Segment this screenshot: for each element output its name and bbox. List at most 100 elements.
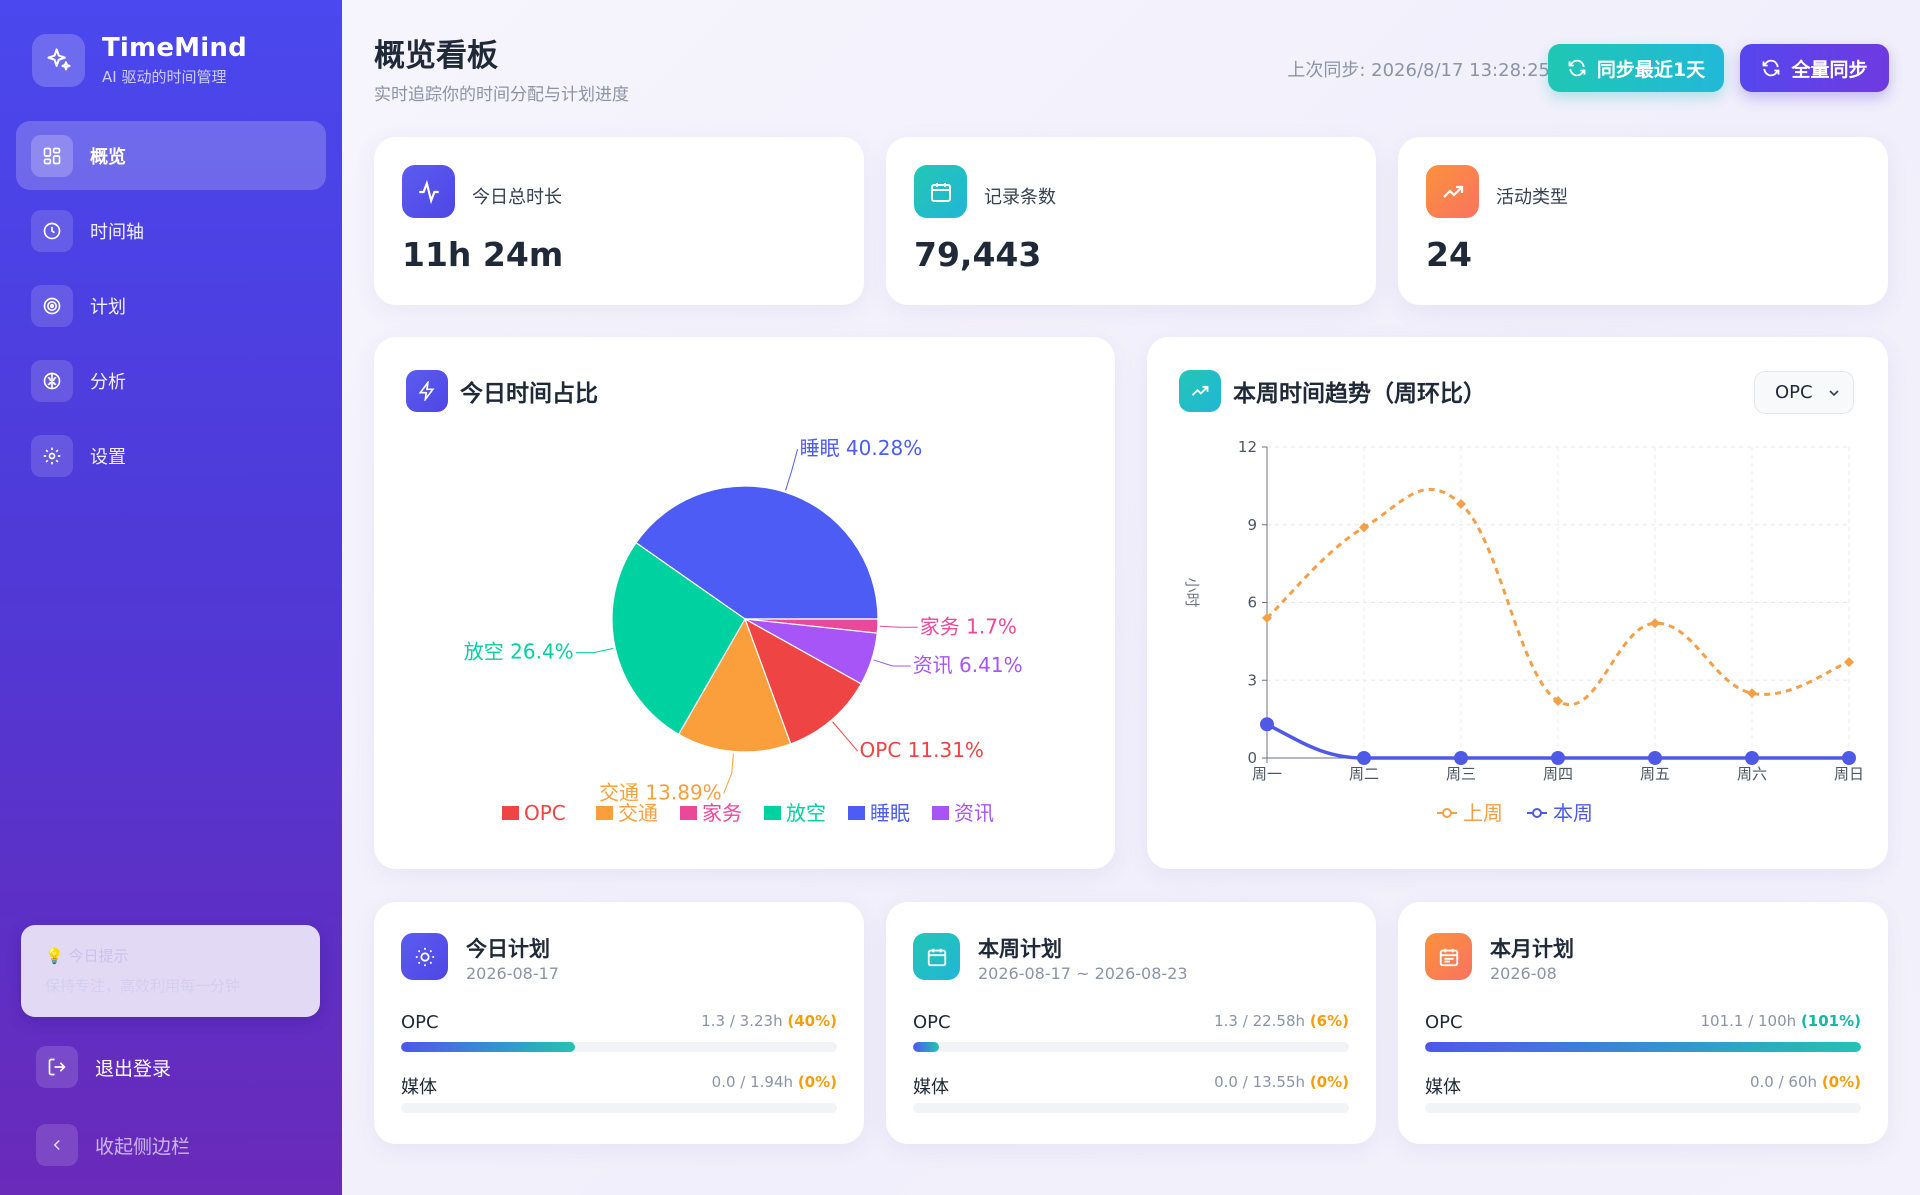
plan-title: 本月计划: [1490, 937, 1574, 961]
x-tick-label: 周日: [1834, 765, 1864, 783]
legend-label: 交通: [618, 801, 658, 825]
line-chart: 036912周一 周二 周三 周四 周五 周六 周日小时上周 本周: [1183, 438, 1864, 825]
legend-label: OPC: [524, 801, 566, 825]
stat-card-activity-types: 活动类型 24: [1398, 137, 1888, 305]
y-tick-label: 9: [1247, 516, 1257, 534]
progress-bar: [1425, 1103, 1861, 1113]
sidebar-item-settings[interactable]: 设置: [16, 421, 326, 490]
sidebar-nav: 概览 时间轴 计划 分析 设置: [16, 121, 326, 496]
plan-row-value: 1.3 / 3.23h (40%): [701, 1012, 837, 1030]
plan-row-name: 媒体: [913, 1077, 949, 1098]
plan-date: 2026-08: [1490, 964, 1557, 983]
y-tick-label: 3: [1247, 671, 1257, 689]
plan-date: 2026-08-17 ~ 2026-08-23: [978, 964, 1188, 983]
app-title: TimeMind: [102, 33, 247, 63]
clock-icon: [31, 209, 73, 252]
data-point: [1842, 751, 1856, 765]
sidebar-item-label: 计划: [90, 296, 126, 318]
legend-label: 放空: [786, 801, 826, 825]
pie-chart: 睡眠 40.28%家务 1.7%资讯 6.41%OPC 11.31%交通 13.…: [464, 436, 1023, 825]
stat-value: 79,443: [914, 235, 1042, 274]
progress-bar: [401, 1103, 837, 1113]
calendar-week-icon: [913, 933, 960, 980]
progress-bar: [401, 1042, 837, 1052]
stat-card-total-time: 今日总时长 11h 24m: [374, 137, 864, 305]
sidebar-item-overview[interactable]: 概览: [16, 121, 326, 190]
x-tick-label: 周一: [1252, 765, 1282, 783]
chevron-left-icon: [36, 1124, 78, 1166]
legend-marker: [1442, 808, 1452, 818]
page-subtitle: 实时追踪你的时间分配与计划进度: [374, 85, 629, 105]
collapse-label: 收起侧边栏: [95, 1135, 191, 1158]
plan-row-name: OPC: [913, 1012, 951, 1033]
y-tick-label: 6: [1247, 594, 1257, 612]
y-axis-label: 小时: [1183, 577, 1201, 607]
legend-swatch: [680, 806, 697, 820]
sync-full-button[interactable]: 全量同步: [1740, 44, 1889, 92]
data-point: [1650, 618, 1660, 629]
logout-icon: [36, 1046, 78, 1088]
pie-label-line: [723, 753, 734, 794]
progress-fill: [913, 1042, 940, 1052]
stat-value: 11h 24m: [402, 235, 564, 274]
brand: TimeMind AI 驱动的时间管理: [32, 33, 247, 87]
sync-recent-button[interactable]: 同步最近1天: [1548, 44, 1724, 92]
logout-button[interactable]: 退出登录: [36, 1046, 316, 1088]
sidebar-item-label: 概览: [90, 146, 126, 168]
tip-text: 保持专注，高效利用每一分钟: [45, 977, 241, 995]
collapse-sidebar-button[interactable]: 收起侧边栏: [36, 1124, 316, 1166]
data-point: [1745, 751, 1759, 765]
plan-row-value: 0.0 / 60h (0%): [1749, 1073, 1861, 1091]
progress-bar: [913, 1042, 1349, 1052]
target-icon: [31, 284, 73, 327]
sidebar-item-label: 设置: [90, 446, 126, 468]
sidebar-item-plan[interactable]: 计划: [16, 271, 326, 340]
data-point: [1747, 688, 1757, 699]
refresh-icon: [1763, 59, 1780, 77]
sidebar-item-analysis[interactable]: 分析: [16, 346, 326, 415]
calendar-icon: [914, 165, 967, 218]
sync-full-label: 全量同步: [1791, 58, 1868, 81]
logout-label: 退出登录: [95, 1057, 172, 1080]
sidebar-item-label: 分析: [90, 371, 126, 393]
last-sync-time: 上次同步: 2026/8/17 13:28:25: [1287, 60, 1550, 81]
plan-title: 今日计划: [466, 937, 550, 961]
page-title: 概览看板: [374, 38, 498, 74]
pie-label: 家务 1.7%: [920, 614, 1017, 638]
pie-label-line: [785, 449, 799, 491]
stat-label: 记录条数: [984, 187, 1056, 208]
legend-label: 睡眠: [870, 801, 910, 825]
calendar-month-icon: [1425, 933, 1472, 980]
x-tick-label: 周四: [1543, 765, 1573, 783]
brain-icon: [31, 359, 73, 402]
plan-row-value: 0.0 / 13.55h (0%): [1214, 1073, 1349, 1091]
plan-card-month: 本月计划 2026-08 OPC 101.1 / 100h (101%) 媒体 …: [1398, 902, 1888, 1144]
legend-swatch: [932, 806, 949, 820]
stat-label: 今日总时长: [472, 187, 562, 208]
data-point: [1648, 751, 1662, 765]
plan-date: 2026-08-17: [466, 964, 559, 983]
legend-swatch: [596, 806, 613, 820]
pie-label-line: [832, 721, 858, 752]
plan-row-value: 101.1 / 100h (101%): [1700, 1012, 1861, 1030]
sync-recent-label: 同步最近1天: [1596, 58, 1706, 81]
data-point: [1260, 717, 1274, 732]
data-point: [1551, 751, 1565, 765]
legend-swatch: [848, 806, 865, 820]
y-tick-label: 12: [1238, 438, 1257, 456]
data-point: [1844, 657, 1854, 668]
plan-row-value: 1.3 / 22.58h (6%): [1214, 1012, 1349, 1030]
refresh-icon: [1568, 59, 1586, 77]
plan-row-name: 媒体: [401, 1077, 437, 1098]
gear-icon: [31, 434, 73, 477]
progress-fill: [1425, 1042, 1861, 1052]
plan-row-value: 0.0 / 1.94h (0%): [711, 1073, 837, 1091]
legend-marker: [1532, 808, 1542, 818]
sidebar-item-timeline[interactable]: 时间轴: [16, 196, 326, 265]
x-tick-label: 周五: [1640, 765, 1670, 783]
stat-card-record-count: 记录条数 79,443: [886, 137, 1376, 305]
legend-label: 上周: [1463, 801, 1503, 825]
pie-label-line: [879, 625, 918, 628]
daily-tip: 💡 今日提示 保持专注，高效利用每一分钟: [21, 925, 320, 1017]
stat-value: 24: [1426, 235, 1472, 274]
